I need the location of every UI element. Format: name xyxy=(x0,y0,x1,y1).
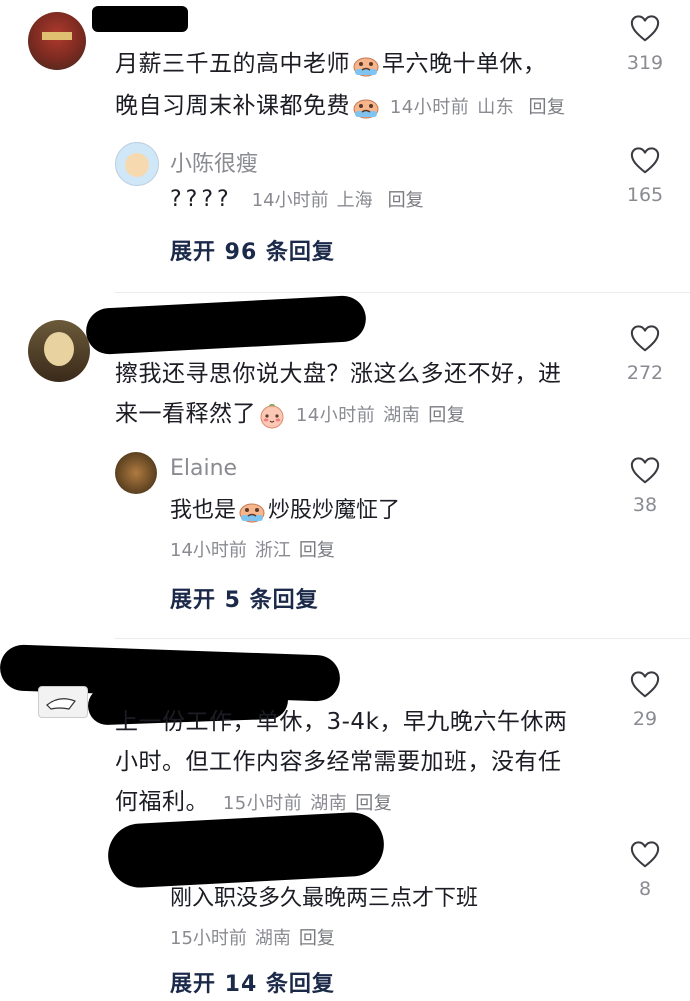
reply-button[interactable]: 回复 xyxy=(299,928,335,949)
like-count: 165 xyxy=(626,184,664,206)
heart-outline-icon xyxy=(630,670,660,700)
like-button[interactable]: 319 xyxy=(615,14,675,74)
comment-text-line2: 小时。但工作内容多经常需要加班，没有任 xyxy=(115,749,562,775)
redacted-username xyxy=(92,6,188,32)
crying-emoji-icon xyxy=(238,499,266,523)
heart-outline-icon xyxy=(630,14,660,44)
like-count: 319 xyxy=(626,52,664,74)
redacted-username xyxy=(84,294,368,356)
avatar[interactable] xyxy=(28,320,90,382)
comment-text-line2: 来一看释然了 14小时前 湖南 回复 xyxy=(115,401,466,429)
reply-meta: 14小时前 上海 xyxy=(251,190,373,211)
redacted-reply-header xyxy=(106,810,386,890)
comment-text: 擦我还寻思你说大盘？涨这么多还不好，进 xyxy=(115,361,562,387)
divider xyxy=(115,638,690,639)
reply-text: ???? xyxy=(170,187,233,212)
comment-3: 上一份工作，单休，3-4k，早九晚六午休两 小时。但工作内容多经常需要加班，没有… xyxy=(0,640,690,1001)
comment-2: 擦我还寻思你说大盘？涨这么多还不好，进 来一看释然了 14小时前 湖南 回复 272… xyxy=(0,294,690,634)
reply-text-row: 我也是 炒股炒魔怔了 xyxy=(170,498,401,523)
reply-avatar[interactable] xyxy=(115,452,157,494)
heart-outline-icon xyxy=(630,324,660,354)
expand-replies-button[interactable]: 展开 14 条回复 xyxy=(170,966,335,998)
reply-button[interactable]: 回复 xyxy=(428,405,465,426)
reply-button[interactable]: 回复 xyxy=(528,97,565,118)
like-count: 272 xyxy=(626,362,664,384)
reply-like-button[interactable]: 165 xyxy=(615,146,675,206)
like-button[interactable]: 272 xyxy=(615,324,675,384)
like-count: 38 xyxy=(632,494,658,516)
reply-button[interactable]: 回复 xyxy=(388,190,424,211)
reply-meta: 14小时前 浙江 回复 xyxy=(170,540,335,561)
reply-username[interactable]: Elaine xyxy=(170,456,237,481)
comment-meta: 14小时前 湖南 xyxy=(295,405,421,426)
comment-text: 上一份工作，单休，3-4k，早九晚六午休两 xyxy=(115,709,568,735)
crying-emoji-icon xyxy=(352,95,380,119)
shy-emoji-icon xyxy=(258,401,286,429)
expand-replies-button[interactable]: 展开 5 条回复 xyxy=(170,582,319,614)
heart-outline-icon xyxy=(630,840,660,870)
reply-like-button[interactable]: 8 xyxy=(615,840,675,900)
sticker-icon xyxy=(46,698,76,710)
reply-like-button[interactable]: 38 xyxy=(615,456,675,516)
heart-outline-icon xyxy=(630,146,660,176)
reply-avatar[interactable] xyxy=(115,142,159,186)
comment-text-line2: 晚自习周末补课都免费 14小时前 山东 回复 xyxy=(115,93,566,119)
reply-button[interactable]: 回复 xyxy=(299,540,335,561)
comment-meta: 14小时前 山东 xyxy=(389,97,515,118)
like-button[interactable]: 29 xyxy=(615,670,675,730)
expand-replies-button[interactable]: 展开 96 条回复 xyxy=(170,234,335,266)
avatar[interactable] xyxy=(38,686,88,718)
reply-meta: 15小时前 湖南 回复 xyxy=(170,928,335,949)
reply-text-row: ???? 14小时前 上海 回复 xyxy=(170,186,424,212)
crying-emoji-icon xyxy=(352,53,380,77)
reply-text-row: 刚入职没多久最晚两三点才下班 xyxy=(170,886,479,911)
like-count: 8 xyxy=(638,878,652,900)
reply-username[interactable]: 小陈很瘦 xyxy=(170,146,258,178)
comment-1: 月薪三千五的高中老师 早六晚十单休， 晚自习周末补课都免费 14小时前 山东 回复 … xyxy=(0,0,690,290)
like-count: 29 xyxy=(632,708,658,730)
divider xyxy=(115,292,690,293)
reply-button[interactable]: 回复 xyxy=(355,793,392,814)
avatar[interactable] xyxy=(28,12,86,70)
heart-outline-icon xyxy=(630,456,660,486)
comment-meta: 15小时前 湖南 xyxy=(222,793,348,814)
comment-text: 月薪三千五的高中老师 早六晚十单休， xyxy=(115,51,547,77)
